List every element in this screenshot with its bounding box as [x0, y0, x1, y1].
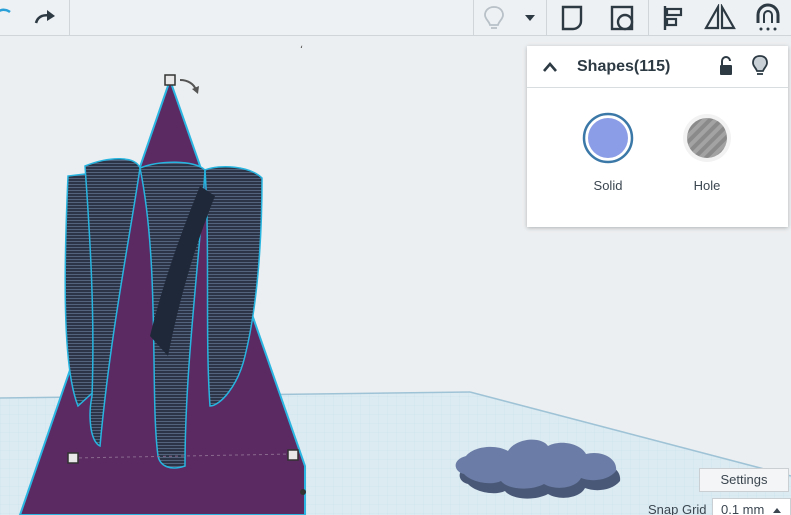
height-handle[interactable]	[164, 74, 176, 86]
unlocked-padlock-icon	[720, 56, 732, 75]
main-toolbar	[0, 0, 791, 36]
settings-label: Settings	[720, 472, 768, 487]
redo-icon	[34, 10, 55, 24]
redo-button[interactable]	[28, 0, 62, 36]
group-icon	[561, 5, 583, 31]
show-hide-dropdown[interactable]	[516, 0, 544, 36]
corner-handle-right[interactable]	[287, 449, 299, 461]
undo-button[interactable]	[0, 0, 14, 36]
settings-button[interactable]: Settings	[699, 468, 789, 492]
undo-icon	[0, 8, 11, 14]
hole-label: Hole	[693, 178, 721, 193]
snap-grid-select[interactable]: 0.1 mm	[712, 498, 791, 515]
panel-header: Shapes(115)	[527, 46, 788, 88]
solid-option[interactable]: Solid	[578, 112, 638, 193]
snap-grid-label: Snap Grid	[648, 502, 707, 515]
visibility-button[interactable]	[749, 53, 771, 79]
align-icon	[663, 6, 683, 30]
show-hide-button[interactable]	[476, 0, 512, 36]
chevron-up-icon	[543, 62, 557, 72]
align-button[interactable]	[654, 0, 690, 36]
mirror-icon	[704, 4, 736, 30]
dropdown-arrow-icon	[525, 15, 535, 21]
lightbulb-icon	[752, 55, 768, 75]
group-button[interactable]	[552, 0, 592, 36]
hole-swatch	[683, 114, 731, 162]
svg-text:ʻ: ʻ	[300, 45, 303, 56]
shapes-inspector-panel: Shapes(115) Solid Hole	[527, 46, 788, 227]
snap-grid-value: 0.1 mm	[721, 502, 765, 515]
ungroup-icon	[610, 5, 634, 31]
panel-title: Shapes(115)	[577, 58, 671, 75]
lightbulb-icon	[484, 6, 504, 29]
mirror-button[interactable]	[700, 0, 740, 36]
cruise-button[interactable]	[748, 0, 788, 36]
corner-handle-left[interactable]	[67, 452, 79, 464]
solid-swatch	[582, 112, 634, 164]
solid-label: Solid	[593, 178, 623, 193]
chevron-up-icon	[773, 508, 781, 513]
ungroup-button[interactable]	[602, 0, 642, 36]
lock-button[interactable]	[715, 55, 737, 79]
collapse-button[interactable]	[537, 54, 563, 80]
magnet-icon	[756, 3, 780, 31]
hole-option[interactable]: Hole	[677, 112, 737, 193]
